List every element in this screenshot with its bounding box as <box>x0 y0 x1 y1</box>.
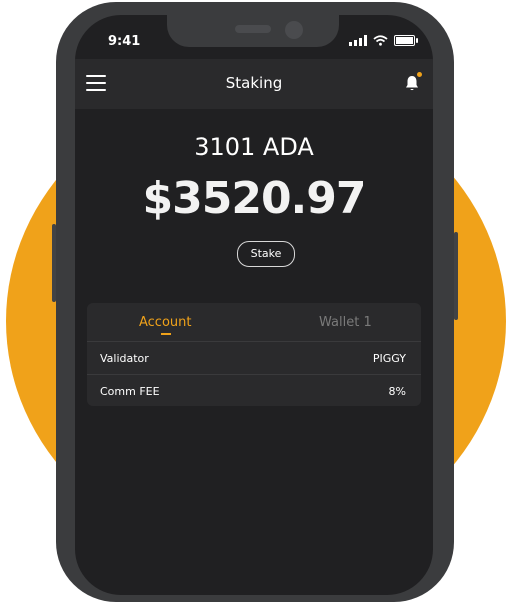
staking-details-panel: Account Wallet 1 Validator PIGGY Comm FE… <box>87 303 421 406</box>
battery-icon <box>394 35 418 46</box>
speaker <box>235 25 271 33</box>
status-time: 9:41 <box>108 34 141 49</box>
usd-balance: $3520.97 <box>142 173 366 224</box>
status-icons <box>349 35 418 46</box>
notification-bell-icon[interactable] <box>403 72 422 92</box>
stake-button[interactable]: Stake <box>237 241 295 267</box>
active-tab-indicator <box>161 333 171 335</box>
detail-label: Comm FEE <box>100 385 160 398</box>
detail-row-validator: Validator PIGGY <box>87 341 421 374</box>
ada-balance: 3101 ADA <box>194 133 314 161</box>
tab-wallet-1[interactable]: Wallet 1 <box>319 315 372 330</box>
tab-account[interactable]: Account <box>139 315 192 330</box>
volume-button <box>52 224 56 302</box>
detail-label: Validator <box>100 352 149 365</box>
wifi-icon <box>373 35 388 46</box>
notch <box>167 15 339 47</box>
detail-value: 8% <box>388 385 406 398</box>
camera <box>285 21 303 39</box>
page-title: Staking <box>225 74 283 92</box>
detail-value: PIGGY <box>372 352 406 365</box>
detail-row-comm-fee: Comm FEE 8% <box>87 374 421 407</box>
power-button <box>454 232 458 320</box>
phone-screen: 9:41 Staking 3101 ADA $3520.97 Stake Acc… <box>75 15 433 595</box>
notification-dot <box>417 72 422 77</box>
app-header: Staking <box>75 59 433 109</box>
signal-icon <box>349 35 367 46</box>
